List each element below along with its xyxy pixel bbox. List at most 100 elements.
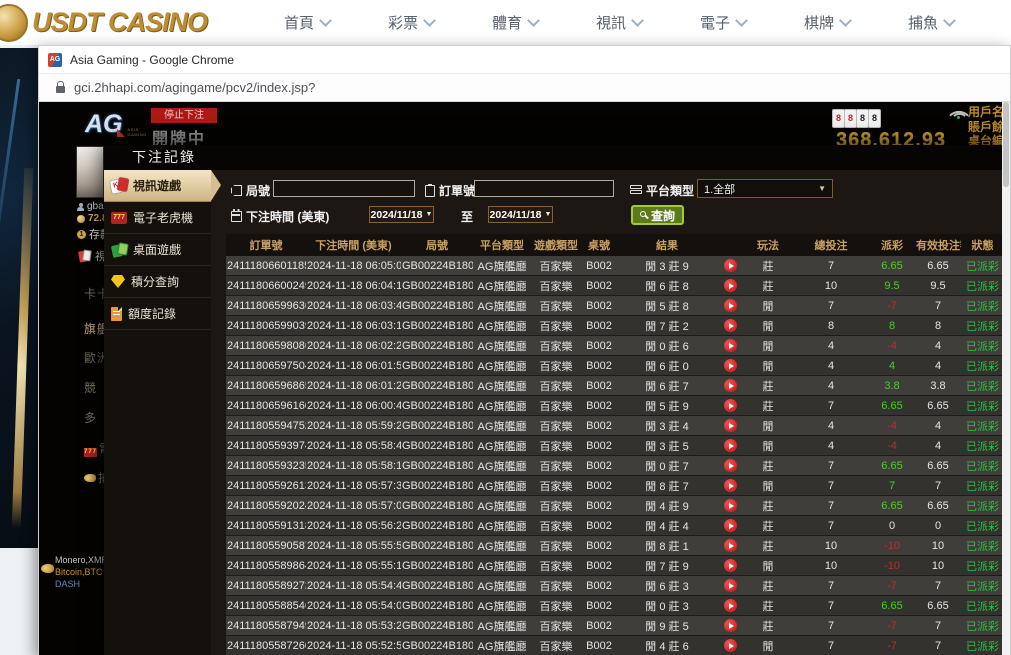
replay-video-icon[interactable]: [724, 279, 737, 292]
replay-video-icon[interactable]: [724, 339, 737, 352]
replay-video-icon[interactable]: [724, 399, 737, 412]
replay-video-icon[interactable]: [724, 459, 737, 472]
crypto-labels: Monero,XMRBitcoin,BTCDASH: [55, 554, 108, 590]
status: 已派彩: [961, 316, 1004, 336]
bet-time: 2024-11-18 05:52:53: [306, 636, 401, 655]
replay-video-icon[interactable]: [724, 599, 737, 612]
date-from-select[interactable]: 2024/11/18▼: [369, 206, 434, 223]
status: 已派彩: [961, 636, 1004, 655]
platform: AG旗艦廳: [473, 636, 531, 655]
replay-video-icon[interactable]: [724, 479, 737, 492]
table-row: 2411180660024912024-11-18 06:04:18GB0022…: [226, 276, 1004, 296]
fish-icon: [41, 564, 54, 573]
replay-video-icon[interactable]: [724, 579, 737, 592]
replay-video-icon[interactable]: [724, 439, 737, 452]
hero-background: [0, 45, 38, 655]
url-bar[interactable]: gci.2hhapi.com/agingame/pcv2/index.jsp?: [39, 73, 1010, 102]
replay-video-icon[interactable]: [724, 539, 737, 552]
replay-video-icon[interactable]: [724, 319, 737, 332]
table-row: 2411180660118532024-11-18 06:05:02GB0022…: [226, 256, 1004, 276]
sidebar-item-slots[interactable]: 777 電子老虎機: [104, 202, 211, 234]
platform: AG旗艦廳: [473, 336, 531, 356]
table-id: B002: [581, 536, 617, 556]
column-header: 玩法: [743, 234, 793, 256]
nav-item-3[interactable]: 視訊: [567, 12, 671, 33]
fish-icon: [84, 474, 96, 482]
replay-video-icon[interactable]: [724, 499, 737, 512]
status: 已派彩: [961, 516, 1004, 536]
bg-menu-item: 多: [84, 409, 97, 426]
result: 閒 8 莊 7: [617, 476, 717, 496]
game-type: 百家樂: [531, 636, 581, 655]
payout: -10: [869, 556, 915, 576]
column-header: [717, 234, 743, 256]
slot-777-icon: 777: [84, 448, 97, 457]
platform: AG旗艦廳: [473, 356, 531, 376]
sidebar-item-table-games[interactable]: 桌面遊戲: [104, 234, 211, 266]
video-menu-fragment[interactable]: 視: [79, 248, 106, 264]
modal-title: 下注記錄: [104, 145, 1004, 170]
chevron-down-icon: [319, 14, 332, 27]
search-icon: [640, 211, 648, 219]
total-bet: 10: [793, 276, 869, 296]
replay-video-icon[interactable]: [724, 419, 737, 432]
replay-video-icon[interactable]: [724, 379, 737, 392]
replay-video-icon[interactable]: [724, 619, 737, 632]
site-logo-text: USDT CASINO: [32, 7, 207, 38]
table-row: 2411180559261352024-11-18 05:57:39GB0022…: [226, 476, 1004, 496]
total-bet: 7: [793, 496, 869, 516]
table-id: B002: [581, 356, 617, 376]
replay-video-icon[interactable]: [724, 359, 737, 372]
table-row: 2411180659686582024-11-18 06:01:20GB0022…: [226, 376, 1004, 396]
nav-item-6[interactable]: 捕魚: [879, 12, 983, 33]
valid-bet: 6.65: [915, 396, 961, 416]
column-header: 派彩: [869, 234, 915, 256]
order-input[interactable]: [474, 180, 614, 197]
game-type: 百家樂: [531, 436, 581, 456]
replay-video-icon[interactable]: [724, 259, 737, 272]
game-type: 百家樂: [531, 476, 581, 496]
replay-video-icon[interactable]: [724, 639, 737, 652]
date-to-select[interactable]: 2024/11/18▼: [488, 206, 553, 223]
nav-item-5[interactable]: 棋牌: [775, 12, 879, 33]
sidebar-item-live-games[interactable]: 視訊遊戲: [104, 170, 211, 202]
nav-item-2[interactable]: 體育: [463, 12, 567, 33]
sidebar-item-points-query[interactable]: 積分查詢: [104, 266, 211, 298]
scrollbar-thumb[interactable]: [1003, 102, 1009, 187]
platform: AG旗艦廳: [473, 416, 531, 436]
round-id: GB00224B180C9: [401, 636, 473, 655]
replay-video-icon[interactable]: [724, 299, 737, 312]
total-bet: 10: [793, 556, 869, 576]
replay-video-icon[interactable]: [724, 519, 737, 532]
table-id: B002: [581, 296, 617, 316]
valid-bet: 7: [915, 476, 961, 496]
platform: AG旗艦廳: [473, 316, 531, 336]
table-row: 2411180659808662024-11-18 06:02:25GB0022…: [226, 336, 1004, 356]
search-button[interactable]: 查詢: [631, 205, 684, 225]
status: 已派彩: [961, 336, 1004, 356]
clipboard-icon: [425, 185, 435, 197]
game-type: 百家樂: [531, 276, 581, 296]
nav-item-1[interactable]: 彩票: [359, 12, 463, 33]
table-id: B002: [581, 496, 617, 516]
payout: -10: [869, 536, 915, 556]
play-type: 閒: [743, 416, 793, 436]
bet-time: 2024-11-18 05:59:29: [306, 416, 401, 436]
scrollbar[interactable]: [1002, 102, 1010, 655]
round-input[interactable]: [273, 180, 415, 197]
status: 已派彩: [961, 496, 1004, 516]
platform-select[interactable]: 1.全部 ▼: [697, 179, 833, 198]
order-id: 241118065968658: [226, 376, 306, 396]
column-header: 平台類型: [473, 234, 531, 256]
platform: AG旗艦廳: [473, 516, 531, 536]
replay-video-icon[interactable]: [724, 559, 737, 572]
screen: USDT CASINO 首頁彩票體育視訊電子棋牌捕魚 AG Asia Gamin…: [0, 0, 1011, 655]
sidebar-item-credit-records[interactable]: 額度記錄: [104, 298, 211, 330]
result: 閒 6 莊 0: [617, 356, 717, 376]
nav-item-4[interactable]: 電子: [671, 12, 775, 33]
nav-item-0[interactable]: 首頁: [255, 12, 359, 33]
round-id: GB00224B180CE: [401, 536, 473, 556]
column-header: 結果: [617, 234, 717, 256]
result: 閒 4 莊 4: [617, 516, 717, 536]
result: 閒 9 莊 5: [617, 616, 717, 636]
